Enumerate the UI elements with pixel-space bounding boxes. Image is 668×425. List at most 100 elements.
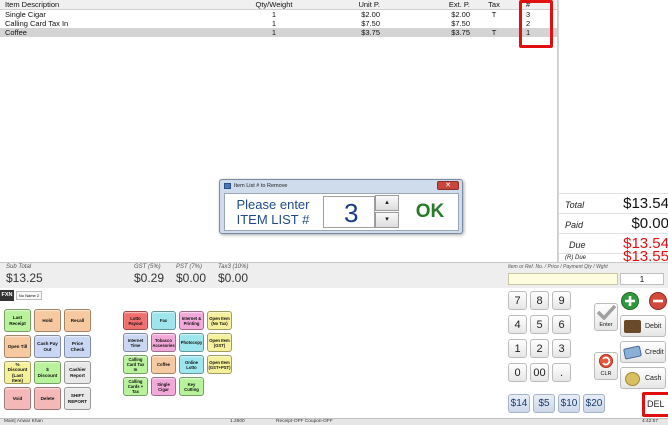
dialog-prompt: Please enter ITEM LIST # — [233, 197, 313, 227]
plus-icon[interactable] — [621, 292, 639, 310]
down-arrow-icon[interactable]: ▾ — [375, 212, 399, 228]
item-list-number-input[interactable]: 3 — [323, 196, 375, 228]
dialog-title: Item List # to Remove — [234, 183, 288, 189]
dialog-body: Please enter ITEM LIST # 3 ▴ ▾ OK — [224, 193, 459, 231]
open-item-gst-button[interactable]: Open Item (GST) — [207, 333, 232, 352]
row-qty: 1 — [271, 10, 277, 19]
table-row-selected[interactable]: Coffee 1 $3.75 $3.75 T 1 — [0, 28, 557, 37]
open-till-button[interactable]: Open Till — [4, 335, 31, 358]
status-version: 1.2600 — [230, 419, 245, 424]
del-button[interactable]: DEL — [642, 392, 668, 417]
quick-cash-14[interactable]: $14 — [508, 394, 530, 413]
row-description: Calling Card Tax In — [5, 19, 69, 28]
tobacco-accessories-button[interactable]: Tobacco Accesories — [151, 333, 176, 352]
total-row: Total $13.54 — [559, 193, 668, 213]
single-cigar-button[interactable]: Single Cigar — [151, 377, 176, 396]
clr-label: CLR — [600, 371, 612, 377]
key-7[interactable]: 7 — [508, 291, 527, 310]
qty-input[interactable]: 1 — [620, 273, 664, 285]
key-2[interactable]: 2 — [530, 339, 549, 358]
percent-discount-button[interactable]: % Discount (Last Item) — [4, 361, 31, 384]
row-tax: T — [491, 10, 497, 19]
recall-button[interactable]: Recall — [64, 309, 91, 332]
online-lotto-button[interactable]: Online Lotto — [179, 355, 204, 374]
internet-printing-button[interactable]: Internet & Printing — [179, 311, 204, 330]
close-icon[interactable]: ✕ — [437, 181, 459, 190]
header-ext-price: Ext. P. — [448, 0, 470, 9]
coins-icon — [625, 372, 640, 386]
row-tax: T — [491, 28, 497, 37]
row-unit-price: $7.50 — [361, 19, 380, 28]
minus-icon[interactable] — [649, 292, 667, 310]
photocopy-button[interactable]: Photocopy — [179, 333, 204, 352]
key-5[interactable]: 5 — [530, 315, 549, 334]
dialog-titlebar: Item List # to Remove ✕ — [220, 180, 462, 192]
entry-label: Item or Ref. No. / Price / Payment Qty /… — [508, 264, 608, 270]
subtotal-label: Sub Total — [6, 264, 32, 270]
quick-cash-10[interactable]: $10 — [558, 394, 580, 413]
key-9[interactable]: 9 — [552, 291, 571, 310]
pst-label: PST (7%) — [176, 264, 203, 270]
open-item-gst-pst-button[interactable]: Open Item (GST+PST) — [207, 355, 232, 374]
row-ext-price: $7.50 — [451, 19, 470, 28]
window-icon — [224, 183, 231, 189]
subtotal-value: $13.25 — [6, 271, 43, 285]
table-row[interactable]: Calling Card Tax In 1 $7.50 $7.50 2 — [0, 19, 557, 28]
row-unit-price: $3.75 — [361, 28, 380, 37]
row-qty: 1 — [271, 28, 277, 37]
paid-row: Paid $0.00 — [559, 213, 668, 233]
key-4[interactable]: 4 — [508, 315, 527, 334]
status-bar: Main| Anwar Khan 1.2600 Receipt-OFF Coup… — [0, 418, 668, 425]
quick-cash-5[interactable]: $5 — [533, 394, 555, 413]
internet-time-button[interactable]: Internet Time — [123, 333, 148, 352]
fax-button[interactable]: Fax — [151, 311, 176, 330]
key-1[interactable]: 1 — [508, 339, 527, 358]
row-description: Coffee — [5, 28, 27, 37]
cash-pay-out-button[interactable]: Cash Pay Out — [34, 335, 61, 358]
calling-card-tax-in-button[interactable]: Calling Card Tax In — [123, 355, 148, 374]
cash-button[interactable]: Cash — [620, 367, 666, 389]
clear-button[interactable]: CLR — [594, 352, 618, 380]
key-8[interactable]: 8 — [530, 291, 549, 310]
hold-button[interactable]: Hold — [34, 309, 61, 332]
cashier-report-button[interactable]: Cashier Report — [64, 361, 91, 384]
remove-item-dialog: Item List # to Remove ✕ Please enter ITE… — [219, 179, 463, 234]
key-decimal[interactable]: . — [552, 363, 571, 382]
paid-label: Paid — [565, 220, 584, 230]
row-qty: 1 — [271, 19, 277, 28]
dollar-discount-button[interactable]: $ Discount — [34, 361, 61, 384]
void-button[interactable]: Void — [4, 387, 31, 410]
quick-cash-20[interactable]: $20 — [583, 394, 605, 413]
debit-card-icon — [624, 320, 641, 333]
credit-button[interactable]: Credit — [620, 341, 666, 363]
paid-value: $0.00 — [631, 215, 668, 232]
row-description: Single Cigar — [5, 10, 46, 19]
row-ext-price: $3.75 — [451, 28, 470, 37]
table-row[interactable]: Single Cigar 1 $2.00 $2.00 T 3 — [0, 10, 557, 19]
name-box: No Name 2 — [16, 291, 42, 300]
delete-button[interactable]: Delete — [34, 387, 61, 410]
price-check-button[interactable]: Price Check — [64, 335, 91, 358]
calling-cards-plus-tax-button[interactable]: Calling Cards + Tax — [123, 377, 148, 396]
debit-button[interactable]: Debit — [620, 315, 666, 337]
subtotal-bar: Sub Total $13.25 GST (5%) $0.29 PST (7%)… — [0, 262, 506, 288]
item-ref-input[interactable] — [508, 273, 618, 285]
ok-button[interactable]: OK — [405, 196, 455, 228]
open-item-no-tax-button[interactable]: Open Item (No Tax) — [207, 311, 232, 330]
prompt-line-1: Please enter — [236, 197, 310, 212]
coffee-button[interactable]: Coffee — [151, 355, 176, 374]
key-3[interactable]: 3 — [552, 339, 571, 358]
key-6[interactable]: 6 — [552, 315, 571, 334]
up-arrow-icon[interactable]: ▴ — [375, 195, 399, 211]
last-receipt-button[interactable]: Last Receipt — [4, 309, 31, 332]
enter-button[interactable]: Enter — [594, 303, 618, 331]
row-ext-price: $2.00 — [451, 10, 470, 19]
row-unit-price: $2.00 — [361, 10, 380, 19]
key-00[interactable]: 00 — [530, 363, 549, 382]
shift-report-button[interactable]: SHIFT REPORT — [64, 387, 91, 410]
total-value: $13.54 — [623, 195, 668, 212]
debit-label: Debit — [645, 323, 662, 330]
key-0[interactable]: 0 — [508, 363, 527, 382]
lotto-payout-button[interactable]: Lotto Payout — [123, 311, 148, 330]
key-cutting-button[interactable]: Key Cutting — [179, 377, 204, 396]
